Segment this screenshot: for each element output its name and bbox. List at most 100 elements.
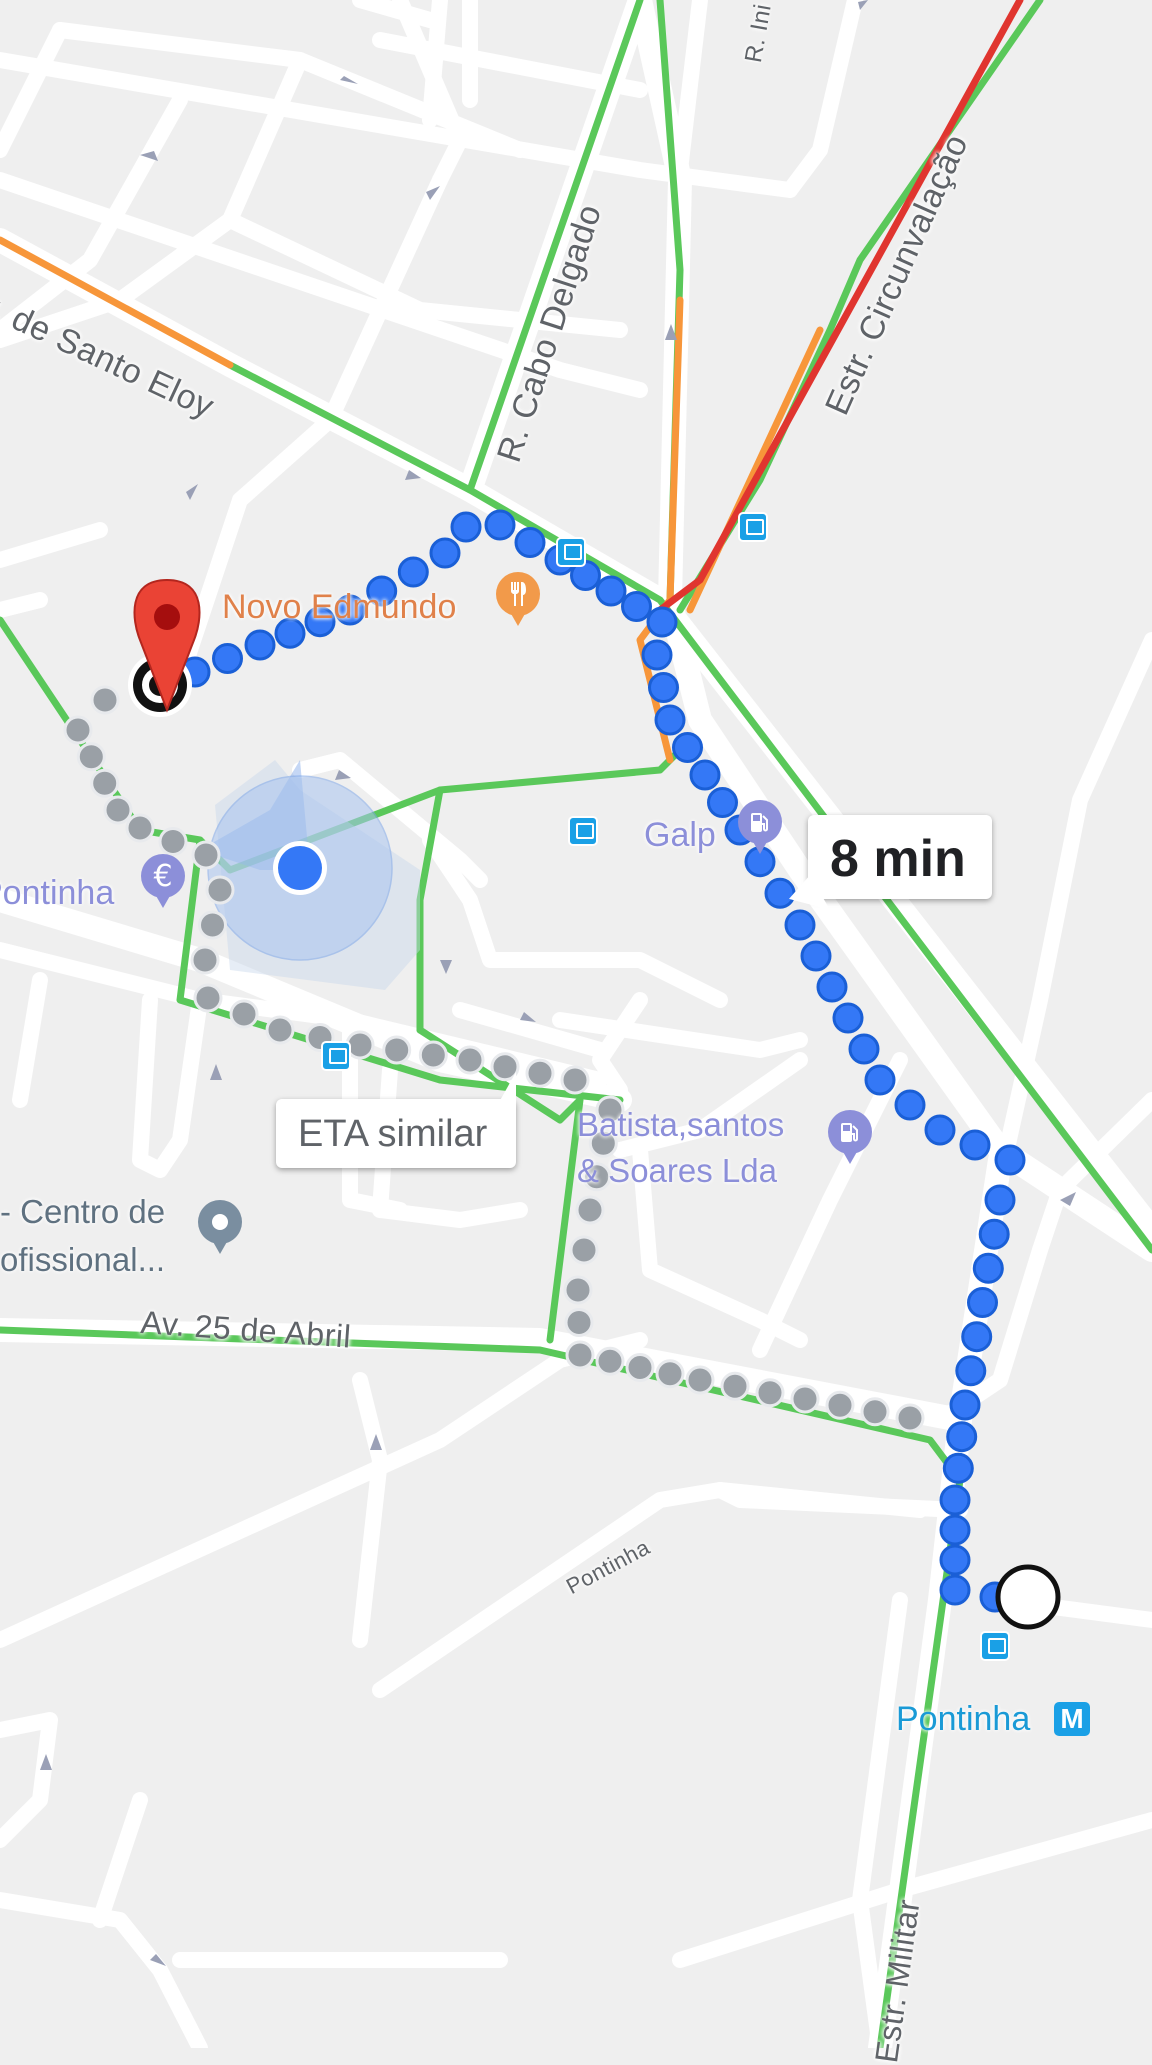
route-dot-primary — [924, 1114, 956, 1146]
route-dot-alternative — [90, 768, 120, 798]
route-dot-alternative — [595, 1346, 625, 1376]
euro-icon[interactable]: € — [141, 854, 185, 898]
route-dot-primary — [244, 629, 276, 661]
route-dot-alternative — [265, 1015, 295, 1045]
fuel-pin-tail — [752, 840, 768, 854]
route-dot-alternative — [685, 1365, 715, 1395]
bus-stop-icon[interactable] — [556, 537, 586, 567]
route-dot-primary — [946, 1421, 978, 1453]
route-dot-primary — [648, 672, 679, 703]
route-dot-alternative — [720, 1371, 750, 1401]
batista-pin-tail — [842, 1150, 858, 1164]
route-dot-alternative — [125, 813, 155, 843]
route-dot-primary — [707, 787, 738, 818]
route-dot-alternative — [103, 795, 133, 825]
route-dot-alternative — [76, 742, 106, 772]
route-dot-alternative — [860, 1397, 890, 1427]
route-dot-primary — [942, 1452, 974, 1484]
route-dot-alternative — [563, 1275, 593, 1305]
route-dot-primary — [967, 1287, 998, 1318]
route-dot-alternative — [190, 945, 220, 975]
route-dot-primary — [959, 1129, 991, 1161]
route-dot-alternative — [63, 715, 93, 745]
route-dot-alternative — [193, 983, 223, 1013]
route-dot-primary — [939, 1574, 971, 1606]
route-dot-alternative — [191, 840, 221, 870]
route-dot-primary — [689, 759, 721, 791]
route-dot-alternative — [565, 1340, 595, 1370]
bus-stop-icon[interactable] — [738, 512, 768, 542]
route-dot-alternative — [564, 1308, 594, 1337]
route-dot-primary — [864, 1064, 896, 1096]
route-dot-primary — [450, 511, 482, 543]
route-dot-alternative — [158, 827, 188, 856]
route-dot-primary — [894, 1089, 926, 1121]
route-dot-alternative — [895, 1403, 925, 1433]
route-dot-alternative — [229, 999, 259, 1029]
bank-pin-tail — [155, 894, 171, 908]
route-dot-alternative — [90, 685, 120, 715]
poi-label-pontinha-metro[interactable]: Pontinha — [896, 1700, 1030, 1739]
route-dot-alternative — [755, 1378, 785, 1408]
route-dot-primary — [848, 1033, 880, 1065]
route-dot-alternative — [525, 1058, 555, 1088]
place-pin-tail — [212, 1240, 228, 1254]
route-dot-alternative — [569, 1235, 599, 1265]
place-pin-center — [212, 1214, 228, 1230]
route-dot-primary — [949, 1389, 981, 1421]
route-dot-primary — [641, 639, 673, 671]
route-dot-primary — [994, 1144, 1026, 1176]
route-dot-primary — [646, 606, 678, 638]
route-dot-primary — [621, 591, 652, 622]
route-dot-primary — [212, 643, 243, 674]
route-dot-primary — [429, 537, 461, 569]
route-dot-alternative — [455, 1045, 485, 1075]
place-pin-icon[interactable] — [198, 1200, 242, 1244]
route-dot-primary — [961, 1321, 993, 1353]
bus-stop-icon[interactable] — [568, 816, 598, 846]
route-dot-primary — [816, 971, 848, 1003]
bus-stop-icon[interactable] — [980, 1631, 1010, 1661]
route-dot-primary — [514, 527, 546, 558]
route-dot-primary — [800, 940, 832, 972]
route-dot-primary — [939, 1484, 971, 1516]
eta-callout-primary[interactable]: 8 min — [808, 815, 992, 899]
route-dot-primary — [654, 704, 686, 736]
route-dot-primary — [955, 1355, 987, 1387]
route-dot-primary — [484, 509, 516, 541]
eta-primary-text: 8 min — [830, 830, 966, 888]
route-dot-alternative — [575, 1195, 605, 1225]
eta-callout-alternative-tail — [498, 1072, 516, 1104]
poi-label-galp[interactable]: Galp — [644, 816, 716, 855]
metro-icon[interactable]: M — [1054, 1702, 1090, 1736]
route-dot-primary — [595, 575, 627, 607]
poi-label-novo-edmundo[interactable]: Novo Edmundo — [222, 588, 456, 627]
route-dot-alternative — [655, 1359, 685, 1389]
route-dot-alternative — [560, 1065, 590, 1095]
route-dot-primary — [978, 1218, 1010, 1250]
route-dot-primary — [397, 556, 429, 588]
route-dot-primary — [984, 1184, 1016, 1216]
route-dot-alternative — [382, 1035, 412, 1065]
poi-label-pontinha-bank[interactable]: Pontinha — [0, 874, 114, 913]
eta-alternative-text: ETA similar — [298, 1113, 488, 1155]
restaurant-icon[interactable] — [496, 572, 540, 616]
route-dot-alternative — [625, 1353, 655, 1382]
route-dot-alternative — [198, 910, 227, 940]
route-dot-alternative — [825, 1390, 855, 1420]
bus-stop-icon[interactable] — [321, 1041, 351, 1071]
route-end-marker[interactable] — [995, 1564, 1061, 1630]
route-dot-primary — [939, 1514, 971, 1546]
route-dot-alternative — [790, 1384, 820, 1414]
fuel-icon[interactable] — [828, 1110, 872, 1154]
route-dot-primary — [672, 732, 703, 763]
route-dot-primary — [972, 1252, 1004, 1284]
route-dot-alternative — [205, 875, 235, 905]
route-dot-primary — [939, 1544, 971, 1576]
my-location-dot[interactable] — [273, 841, 327, 895]
fuel-icon[interactable] — [738, 800, 782, 844]
poi-label-centro[interactable]: - Centro de ofissional... — [0, 1188, 165, 1284]
eta-callout-alternative[interactable]: ETA similar — [276, 1099, 516, 1168]
route-dot-primary — [832, 1002, 864, 1034]
poi-label-batista[interactable]: Batista,santos & Soares Lda — [577, 1102, 784, 1194]
